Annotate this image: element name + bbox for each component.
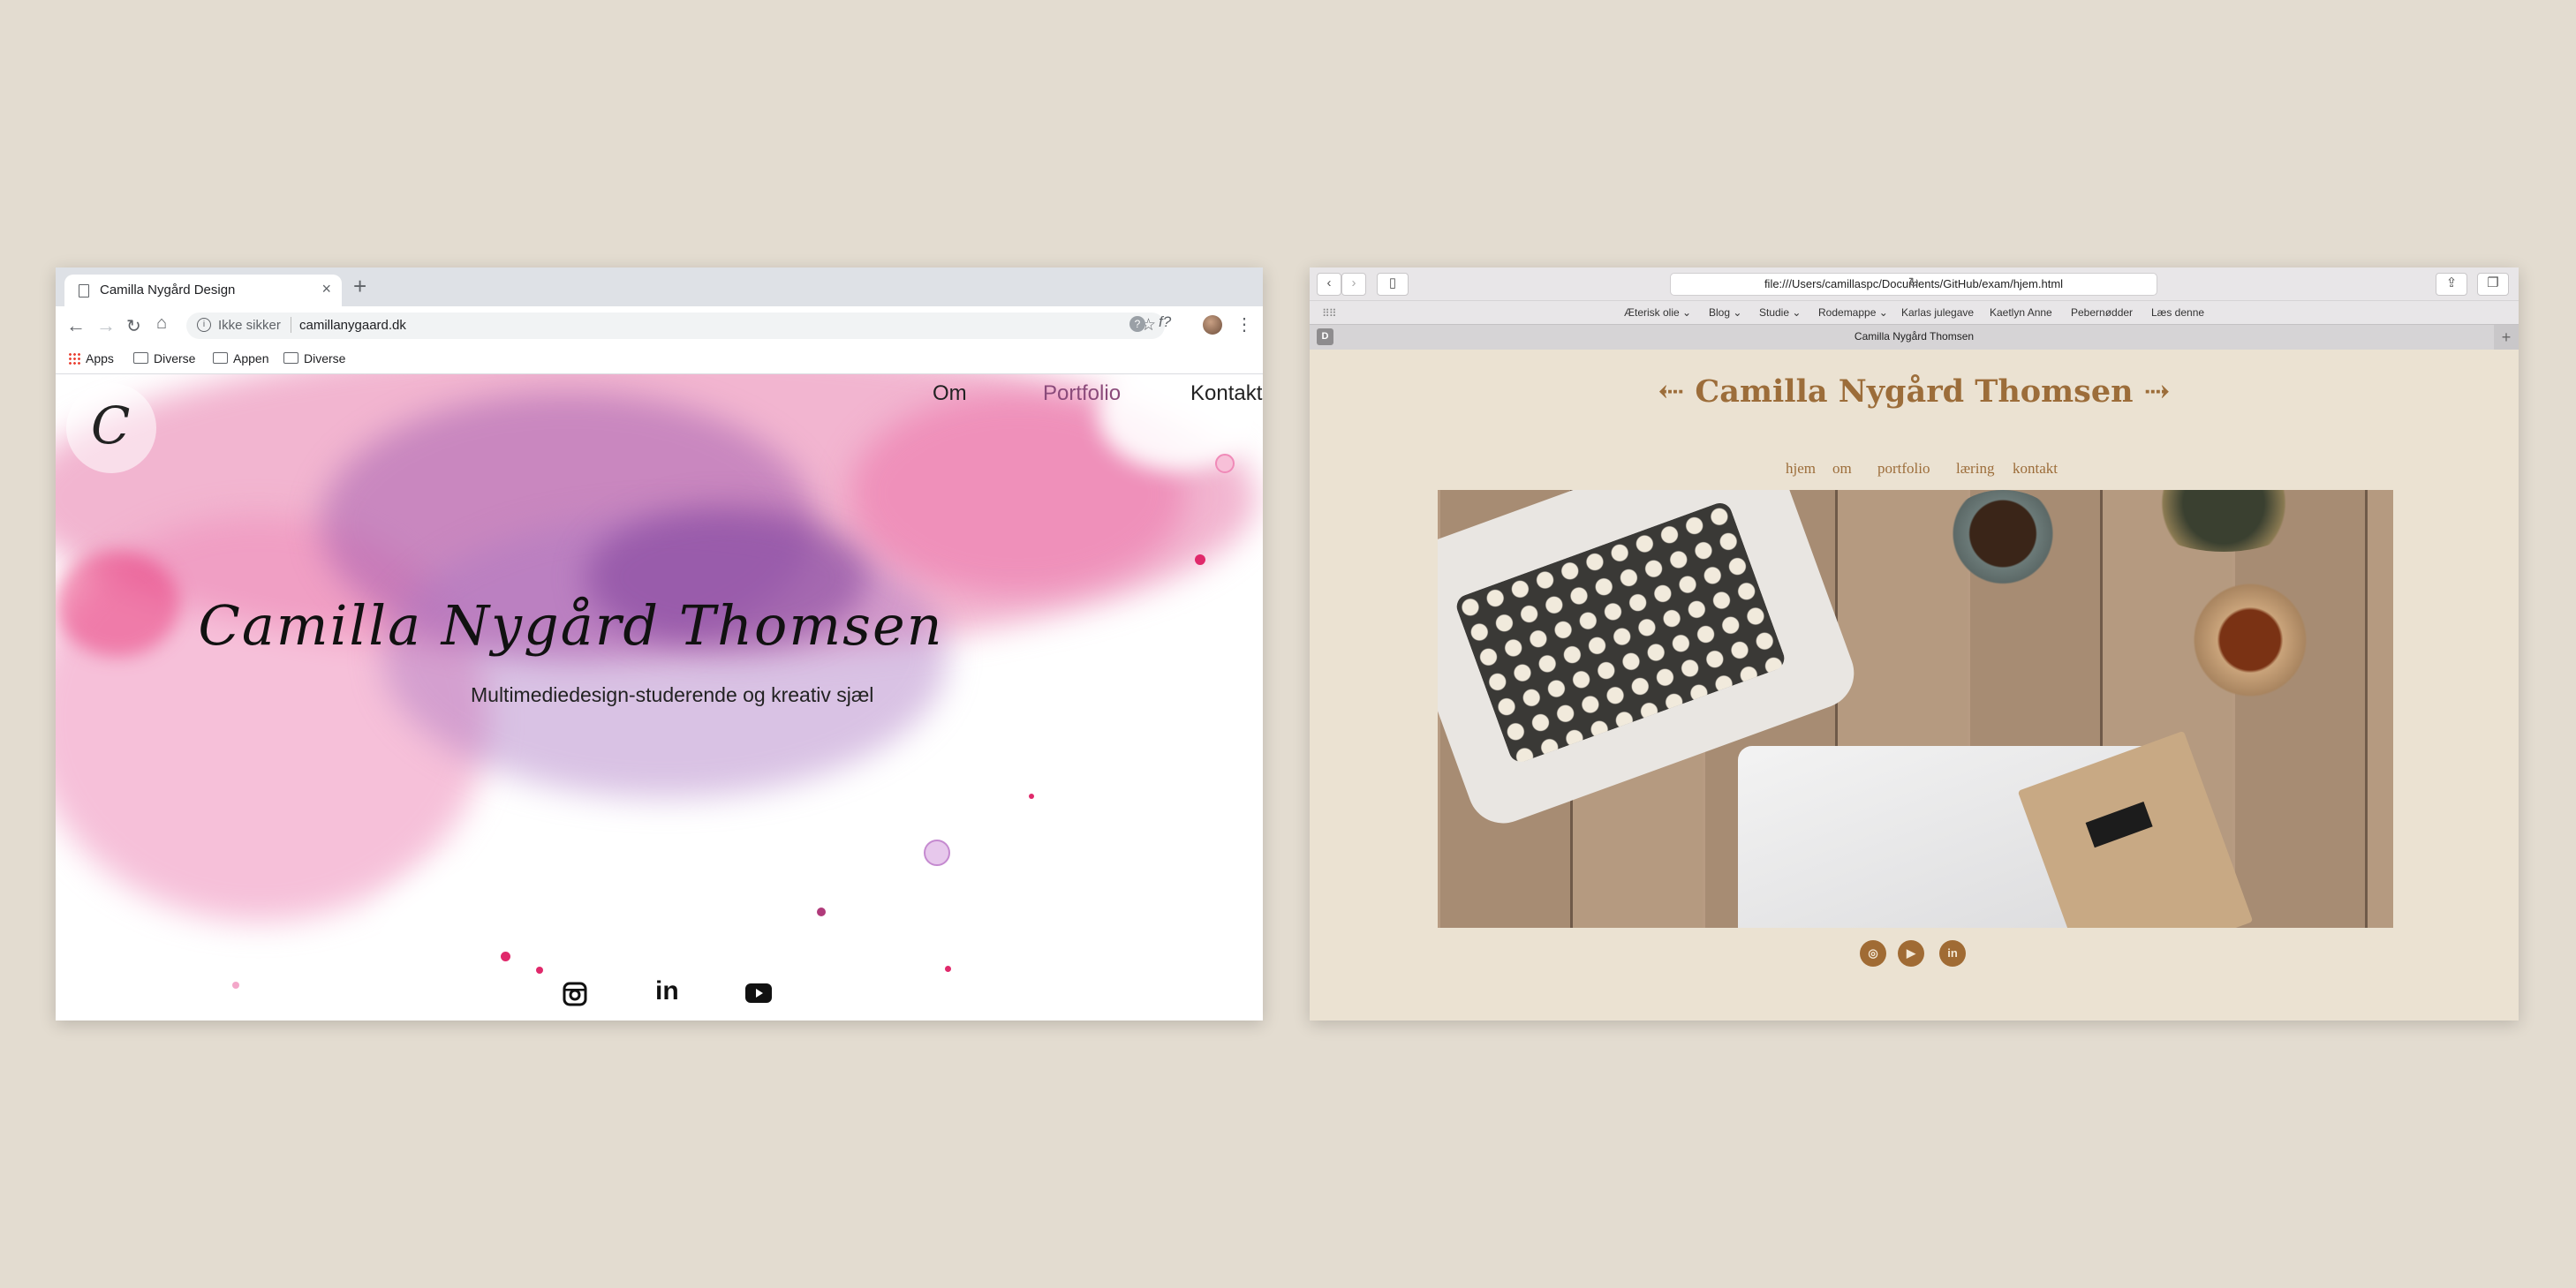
- favorite-label: Blog: [1709, 306, 1731, 319]
- favorite-label: Studie: [1759, 306, 1790, 319]
- bookmark-folder-diverse-2[interactable]: Diverse: [283, 351, 345, 365]
- document-icon: [79, 284, 89, 298]
- bookmark-label: Diverse: [154, 351, 196, 365]
- close-tab-icon[interactable]: ×: [321, 280, 331, 298]
- arrow-right-icon: ⇢: [2133, 373, 2171, 410]
- nav-om[interactable]: om: [1832, 460, 1852, 478]
- kebab-menu-icon[interactable]: ⋮: [1235, 313, 1253, 335]
- forward-arrow-icon[interactable]: →: [96, 314, 116, 337]
- arrow-left-icon: ⇠: [1658, 373, 1696, 410]
- instagram-icon[interactable]: [563, 982, 587, 1011]
- nav-laering[interactable]: læring: [1956, 460, 1994, 478]
- info-icon[interactable]: i: [197, 318, 211, 332]
- new-tab-button[interactable]: +: [353, 273, 366, 300]
- back-arrow-icon[interactable]: ←: [66, 314, 86, 337]
- nav-portfolio[interactable]: portfolio: [1877, 460, 1930, 478]
- bookmark-folder-diverse[interactable]: Diverse: [133, 351, 195, 365]
- favorites-bar: ⠿⠿ Æterisk olie ⌄ Blog ⌄ Studie ⌄ Rodema…: [1310, 300, 2519, 325]
- plant-image: [2135, 490, 2312, 552]
- hero-subtitle: Multimediedesign-studerende og kreativ s…: [471, 683, 874, 706]
- bookmarks-bar: Apps Diverse Appen Diverse: [56, 345, 1263, 374]
- favorite-label: Æterisk olie: [1624, 306, 1680, 319]
- logo-letter: C: [91, 395, 131, 456]
- tab-title: Camilla Nygård Design: [100, 282, 236, 298]
- site-logo[interactable]: C: [66, 383, 156, 473]
- grid-icon[interactable]: ⠿⠿: [1322, 307, 1337, 320]
- hero-image-desk: [1438, 490, 2393, 928]
- nav-kontakt[interactable]: Kontakt: [1190, 381, 1262, 406]
- back-chevron-icon[interactable]: ‹: [1317, 273, 1341, 296]
- mug-image: [1941, 490, 2065, 587]
- site-title: ⇠ Camilla Nygård Thomsen ⇢: [1310, 373, 2519, 410]
- favorite-karlas-julegave[interactable]: Karlas julegave: [1901, 306, 1974, 319]
- home-icon[interactable]: ⌂: [156, 313, 167, 334]
- security-label: Ikke sikker: [218, 318, 281, 333]
- youtube-icon[interactable]: ▶: [1898, 940, 1924, 967]
- chrome-toolbar: ← → ↻ ⌂ i Ikke sikker camillanygaard.dk …: [56, 306, 1263, 345]
- bookmark-apps[interactable]: Apps: [68, 351, 114, 365]
- instagram-icon[interactable]: ◎: [1860, 940, 1886, 967]
- address-bar[interactable]: i Ikke sikker camillanygaard.dk ☆: [186, 313, 1165, 339]
- reload-icon[interactable]: ↻: [1671, 275, 2157, 290]
- safari-toolbar: ‹ › ▯ file:///Users/camillaspc/Documents…: [1310, 267, 2519, 300]
- favorite-label: Rodemappe: [1818, 306, 1877, 319]
- address-bar[interactable]: file:///Users/camillaspc/Documents/GitHu…: [1670, 273, 2157, 296]
- safari-tab-bar: D Camilla Nygård Thomsen +: [1310, 324, 2519, 350]
- nav-portfolio[interactable]: Portfolio: [1043, 381, 1121, 406]
- nav-hjem[interactable]: hjem: [1786, 460, 1816, 478]
- extension-icon[interactable]: ?: [1129, 316, 1145, 332]
- favorite-pebernodder[interactable]: Pebernødder: [2071, 306, 2133, 319]
- sidebar-icon[interactable]: ▯: [1377, 273, 1409, 296]
- favorite-aeterisk-olie[interactable]: Æterisk olie ⌄: [1624, 306, 1691, 319]
- tab-overview-icon[interactable]: ❐: [2477, 273, 2509, 296]
- folder-icon: [213, 352, 228, 364]
- safari-page-content: ⇠ Camilla Nygård Thomsen ⇢ hjem om portf…: [1310, 350, 2519, 1021]
- linkedin-icon[interactable]: in: [1939, 940, 1966, 967]
- folder-icon: [133, 352, 148, 364]
- share-icon[interactable]: ⇪: [2436, 273, 2467, 296]
- youtube-icon[interactable]: [744, 982, 773, 1009]
- chrome-page-content: C Om Portfolio Kontakt Camilla Nygård Th…: [56, 374, 1263, 1021]
- forward-chevron-icon[interactable]: ›: [1341, 273, 1366, 296]
- chrome-tab-strip: Camilla Nygård Design × +: [56, 267, 1263, 306]
- apps-grid-icon: [68, 352, 80, 365]
- candle-image: [2179, 569, 2321, 711]
- bookmark-label: Apps: [86, 351, 114, 365]
- linkedin-icon[interactable]: in: [655, 976, 679, 1006]
- folder-icon: [283, 352, 298, 364]
- favorite-laes-denne[interactable]: Læs denne: [2151, 306, 2204, 319]
- reload-icon[interactable]: ↻: [126, 315, 141, 337]
- favorite-studie[interactable]: Studie ⌄: [1759, 306, 1801, 319]
- chrome-window: Camilla Nygård Design × + ← → ↻ ⌂ i Ikke…: [56, 267, 1263, 1021]
- favorite-kaetlyn-anne[interactable]: Kaetlyn Anne: [1990, 306, 2052, 319]
- bookmark-label: Appen: [233, 351, 269, 365]
- hero-name: Camilla Nygård Thomsen: [198, 593, 944, 658]
- profile-avatar[interactable]: [1203, 315, 1222, 335]
- site-title-text: Camilla Nygård Thomsen: [1695, 373, 2134, 410]
- nav-kontakt[interactable]: kontakt: [2013, 460, 2058, 478]
- safari-window: ‹ › ▯ file:///Users/camillaspc/Documents…: [1310, 267, 2519, 1021]
- bookmark-label: Diverse: [304, 351, 346, 365]
- new-tab-button[interactable]: +: [2494, 325, 2519, 350]
- favorite-blog[interactable]: Blog ⌄: [1709, 306, 1741, 319]
- browser-tab[interactable]: Camilla Nygård Design ×: [64, 275, 342, 306]
- favorite-rodemappe[interactable]: Rodemappe ⌄: [1818, 306, 1888, 319]
- nav-om[interactable]: Om: [933, 381, 967, 406]
- tab-title[interactable]: Camilla Nygård Thomsen: [1310, 330, 2519, 343]
- bookmark-folder-appen[interactable]: Appen: [213, 351, 268, 365]
- url-text[interactable]: camillanygaard.dk: [299, 318, 406, 333]
- extension-formula-icon[interactable]: f?: [1159, 313, 1171, 331]
